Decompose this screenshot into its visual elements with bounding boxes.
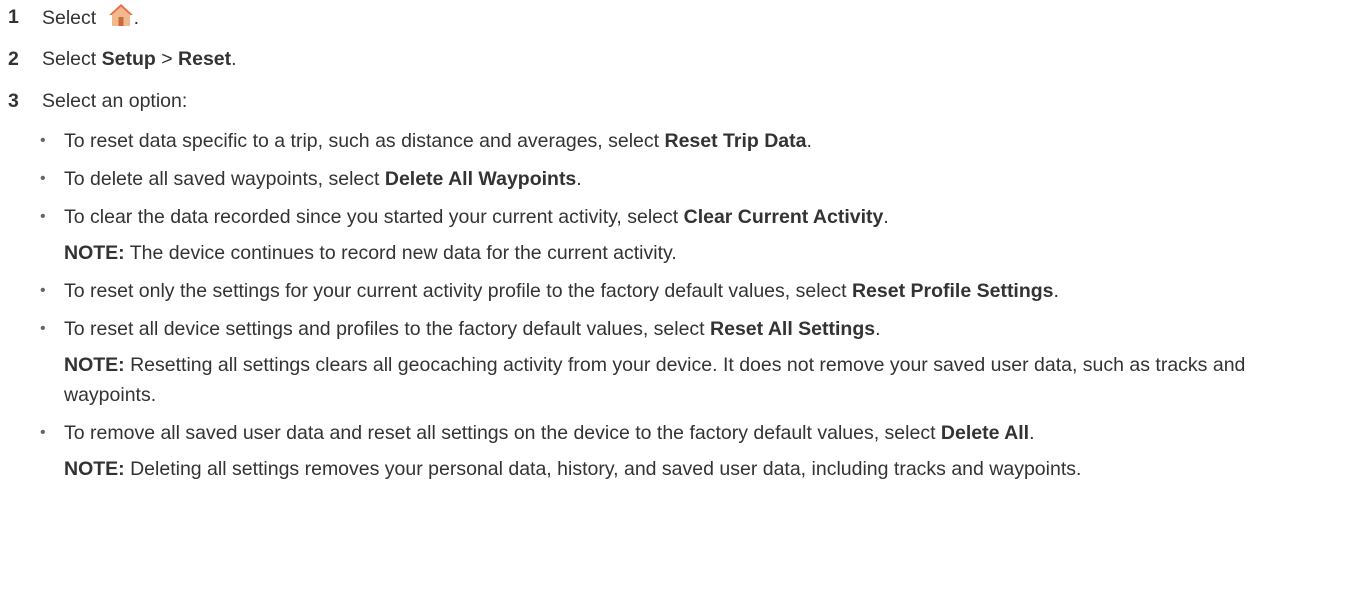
note-text: Deleting all settings removes your perso…	[124, 458, 1082, 480]
option-label: Reset Profile Settings	[851, 280, 1054, 302]
option-label: Reset Trip Data	[664, 130, 807, 152]
bullet-icon: •	[40, 170, 46, 187]
menu-reset: Reset	[178, 48, 232, 70]
option-label: Clear Current Activity	[683, 206, 884, 228]
bullet-icon: •	[40, 320, 46, 337]
option-end: .	[875, 318, 881, 340]
step-1: 1 Select .	[0, 2, 1348, 38]
bullet-icon: •	[40, 424, 46, 441]
list-item: • To remove all saved user data and rese…	[32, 418, 1348, 484]
home-icon	[108, 4, 133, 26]
note-label: NOTE:	[64, 458, 125, 480]
bullet-icon: •	[40, 132, 46, 149]
note: NOTE: Resetting all settings clears all …	[64, 350, 1318, 410]
step-text: Select	[42, 48, 102, 70]
step-text-end: .	[133, 7, 140, 29]
option-text: To reset all device settings and profile…	[64, 318, 711, 340]
note-label: NOTE:	[64, 354, 125, 376]
step-number: 2	[8, 48, 19, 70]
step-2: 2 Select Setup > Reset.	[0, 44, 1348, 80]
step-number: 3	[8, 90, 19, 112]
separator: >	[155, 48, 179, 70]
option-text: To delete all saved waypoints, select	[64, 168, 385, 190]
step-number: 1	[8, 6, 19, 28]
step-text-end: .	[231, 48, 237, 70]
list-item: • To reset only the settings for your cu…	[32, 276, 1348, 306]
note: NOTE: Deleting all settings removes your…	[64, 454, 1318, 484]
step-text: Select an option:	[42, 90, 188, 112]
option-text: To clear the data recorded since you sta…	[64, 206, 684, 228]
list-item: • To delete all saved waypoints, select …	[32, 164, 1348, 194]
bullet-icon: •	[40, 208, 46, 225]
step-text: Select	[42, 7, 102, 29]
option-text: To remove all saved user data and reset …	[64, 422, 941, 444]
list-item: • To clear the data recorded since you s…	[32, 202, 1348, 268]
note-text: Resetting all settings clears all geocac…	[64, 354, 1246, 406]
option-list: • To reset data specific to a trip, such…	[0, 126, 1348, 484]
option-end: .	[576, 168, 582, 190]
note-text: The device continues to record new data …	[124, 242, 677, 264]
option-label: Delete All	[940, 422, 1030, 444]
bullet-icon: •	[40, 282, 46, 299]
list-item: • To reset all device settings and profi…	[32, 314, 1348, 410]
option-label: Delete All Waypoints	[384, 168, 577, 190]
menu-setup: Setup	[101, 48, 156, 70]
note-label: NOTE:	[64, 242, 125, 264]
step-3: 3 Select an option:	[0, 86, 1348, 122]
option-text: To reset only the settings for your curr…	[64, 280, 852, 302]
note: NOTE: The device continues to record new…	[64, 238, 1318, 268]
list-item: • To reset data specific to a trip, such…	[32, 126, 1348, 156]
option-end: .	[883, 206, 889, 228]
option-text: To reset data specific to a trip, such a…	[64, 130, 665, 152]
document-page: 1 Select . 2 Select Setup > Reset. 3 Sel…	[0, 0, 1348, 607]
option-label: Reset All Settings	[710, 318, 876, 340]
option-end: .	[1053, 280, 1059, 302]
option-end: .	[806, 130, 812, 152]
option-end: .	[1029, 422, 1035, 444]
